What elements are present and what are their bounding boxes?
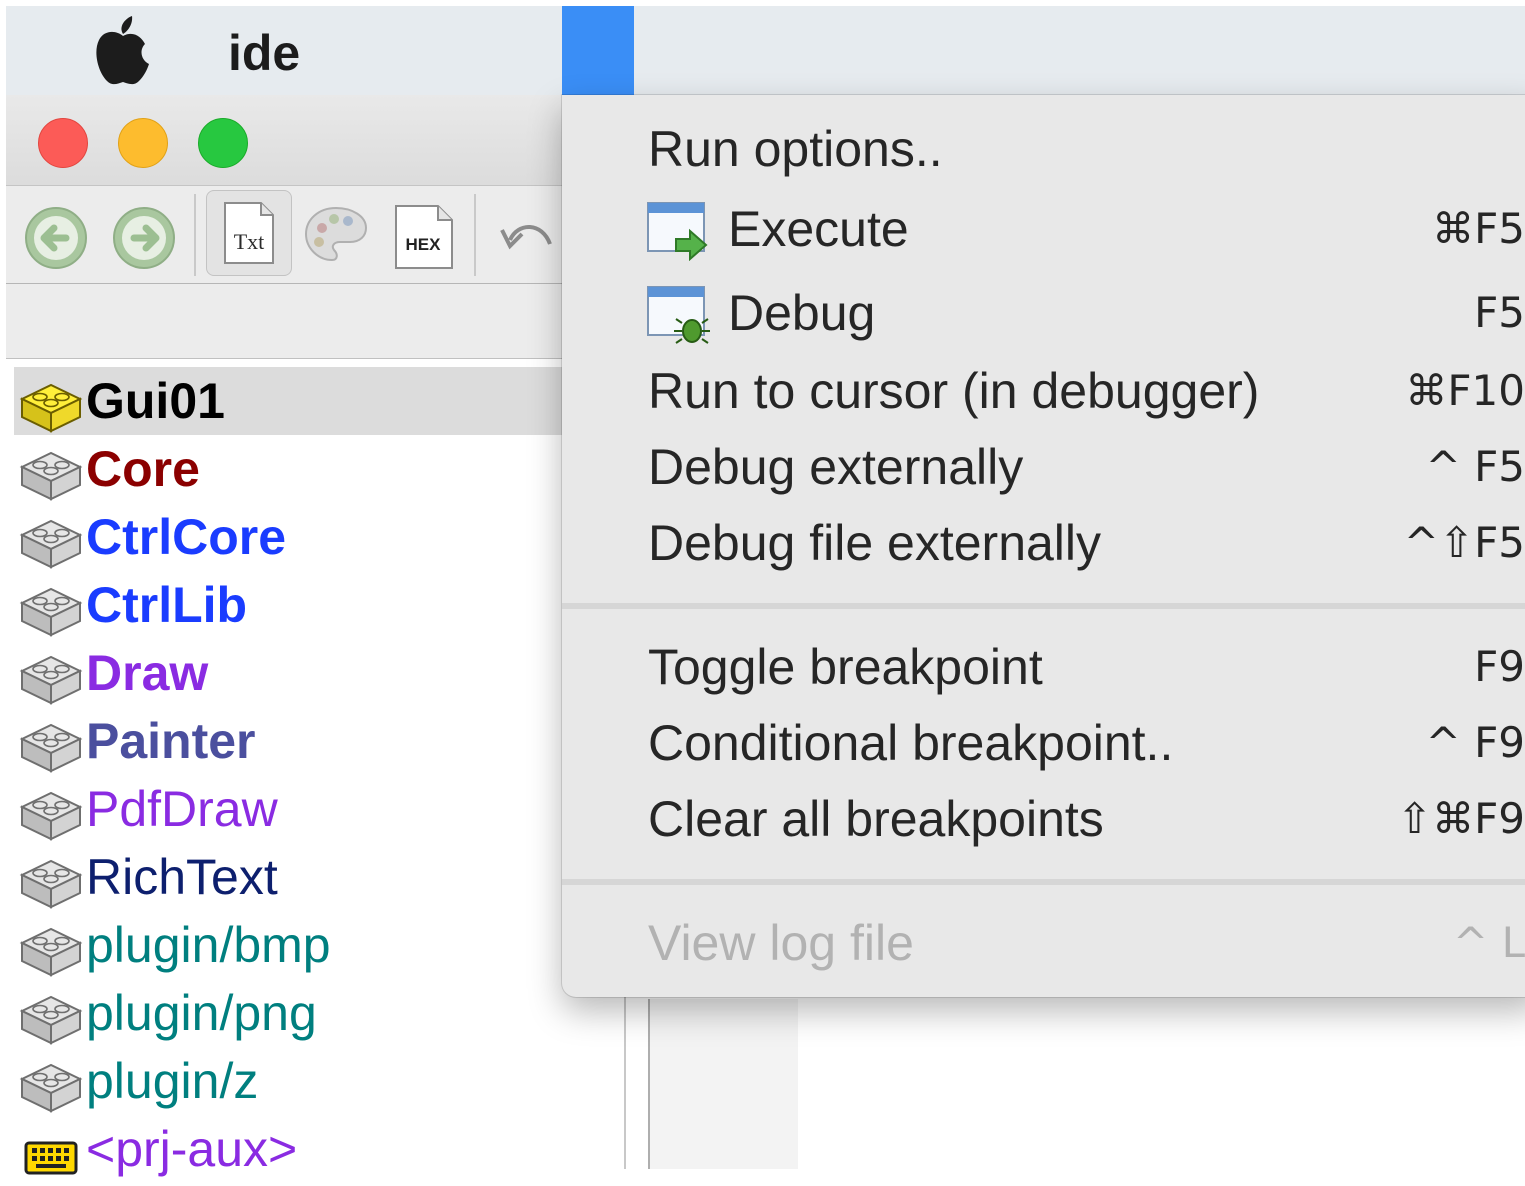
- menu-item-label: Execute: [728, 201, 909, 257]
- menu-item-shortcut: ⌘F10: [1405, 366, 1525, 415]
- execute-icon: [646, 199, 710, 262]
- toolbar-separator: [474, 194, 476, 276]
- menu-item-shortcut: ^ F5: [1425, 442, 1525, 491]
- package-item[interactable]: CtrlCore: [14, 503, 626, 571]
- package-label: Painter: [86, 713, 256, 769]
- menu-item-label: Debug externally: [648, 439, 1024, 495]
- menu-item-label: View log file: [648, 915, 914, 971]
- package-label: plugin/z: [86, 1053, 259, 1109]
- text-file-icon: Txt: [224, 202, 274, 264]
- package-icon: [18, 445, 84, 501]
- back-arrow-icon[interactable]: [24, 206, 88, 270]
- package-icon: [18, 649, 84, 705]
- menu-separator: [562, 879, 1525, 885]
- forward-arrow-icon[interactable]: [112, 206, 176, 270]
- package-item[interactable]: CtrlLib: [14, 571, 626, 639]
- package-icon: [18, 785, 84, 841]
- package-item[interactable]: plugin/png: [14, 979, 626, 1047]
- apple-logo-icon[interactable]: [92, 16, 154, 86]
- package-label: Draw: [86, 645, 209, 701]
- menu-item[interactable]: Conditional breakpoint.. ^ F9: [562, 705, 1525, 781]
- package-icon: [18, 1057, 84, 1113]
- menu-bar: ide: [6, 6, 1525, 96]
- menu-item[interactable]: Debug F5: [562, 275, 1525, 351]
- hex-label: HEX: [406, 235, 442, 254]
- package-item[interactable]: Gui01: [14, 367, 626, 435]
- package-item[interactable]: PdfDraw: [14, 775, 626, 843]
- minimize-window-button[interactable]: [118, 118, 168, 168]
- package-item[interactable]: Draw: [14, 639, 626, 707]
- package-item[interactable]: Painter: [14, 707, 626, 775]
- menu-item-shortcut: ^ F9: [1425, 718, 1525, 767]
- menu-item[interactable]: Debug externally ^ F5: [562, 429, 1525, 505]
- package-label: CtrlCore: [86, 509, 287, 565]
- menu-item-label: Conditional breakpoint..: [648, 715, 1174, 771]
- menu-item-shortcut: ⇧⌘F9: [1396, 794, 1525, 843]
- menu-separator: [562, 603, 1525, 609]
- menu-item[interactable]: Run to cursor (in debugger) ⌘F10: [562, 353, 1525, 429]
- menu-item-label: Toggle breakpoint: [648, 639, 1043, 695]
- close-window-button[interactable]: [38, 118, 88, 168]
- package-label: PdfDraw: [86, 781, 278, 837]
- app-menu-name[interactable]: ide: [228, 24, 300, 82]
- hex-file-icon[interactable]: HEX: [394, 204, 454, 270]
- menu-item-label: Run options..: [648, 121, 943, 177]
- menu-item-shortcut: F9: [1474, 642, 1525, 691]
- palette-icon[interactable]: [304, 206, 368, 264]
- package-item[interactable]: <prj-aux>: [14, 1115, 626, 1183]
- menu-item[interactable]: Clear all breakpoints ⇧⌘F9: [562, 781, 1525, 857]
- package-item[interactable]: RichText: [14, 843, 626, 911]
- zoom-window-button[interactable]: [198, 118, 248, 168]
- package-label: RichText: [86, 849, 278, 905]
- package-icon: [18, 989, 84, 1045]
- debug-bug-icon: [646, 283, 710, 345]
- package-item[interactable]: Core: [14, 435, 626, 503]
- package-item[interactable]: plugin/z: [14, 1047, 626, 1115]
- package-item[interactable]: plugin/bmp: [14, 911, 626, 979]
- text-view-button[interactable]: Txt: [206, 190, 292, 276]
- menu-item-label: Run to cursor (in debugger): [648, 363, 1260, 419]
- package-icon: [18, 853, 84, 909]
- menu-item[interactable]: Debug file externally ^⇧F5: [562, 505, 1525, 581]
- package-label: Gui01: [86, 373, 225, 429]
- package-icon: [18, 581, 84, 637]
- undo-icon[interactable]: [500, 216, 556, 256]
- package-label: plugin/bmp: [86, 917, 331, 973]
- package-yellow-icon: [18, 377, 84, 433]
- menu-item[interactable]: Execute ⌘F5: [562, 191, 1525, 267]
- menu-item-shortcut: ^⇧F5: [1403, 518, 1525, 567]
- package-label: plugin/png: [86, 985, 317, 1041]
- menu-item-shortcut: F5: [1474, 288, 1525, 337]
- debug-menu: Run options.. Execute ⌘F5 Debug F5 Run to c…: [562, 95, 1525, 997]
- keyboard-icon: [18, 1125, 84, 1181]
- package-label: CtrlLib: [86, 577, 248, 633]
- package-list: Gui01 Core CtrlCore CtrlLib Draw Painter: [6, 359, 626, 1177]
- menu-item-label: Debug file externally: [648, 515, 1102, 571]
- package-icon: [18, 717, 84, 773]
- package-icon: [18, 921, 84, 977]
- menu-item-label: Debug: [728, 285, 876, 341]
- menu-item-shortcut: ⌘F5: [1432, 204, 1525, 253]
- toolbar-separator: [194, 194, 196, 276]
- menu-item[interactable]: Toggle breakpoint F9: [562, 629, 1525, 705]
- menu-item[interactable]: Run options..: [562, 111, 1525, 187]
- menu-item: View log file ^ L: [562, 905, 1525, 981]
- menu-item-label: Clear all breakpoints: [648, 791, 1104, 847]
- package-icon: [18, 513, 84, 569]
- editor-gutter: [650, 999, 798, 1169]
- txt-label: Txt: [234, 229, 265, 254]
- package-label: Core: [86, 441, 200, 497]
- active-menu-title[interactable]: [562, 6, 634, 95]
- menu-item-shortcut: ^ L: [1453, 918, 1525, 967]
